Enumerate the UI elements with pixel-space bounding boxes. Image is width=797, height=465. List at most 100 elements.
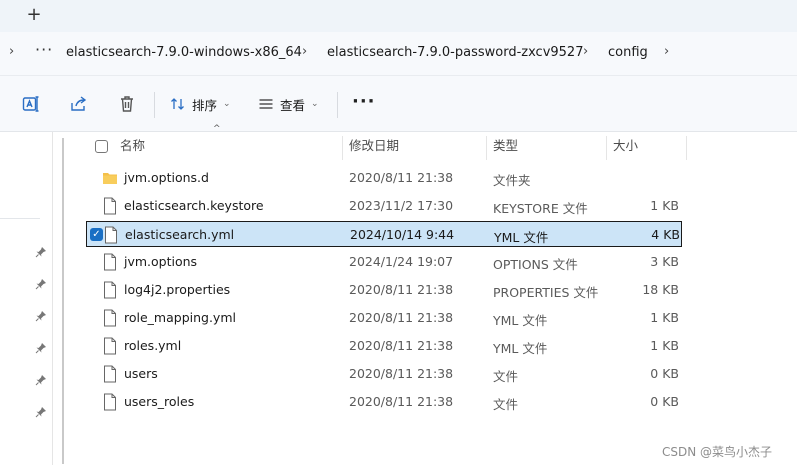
file-row[interactable]: jvm.options.d 2020/8/11 21:38 文件夹 xyxy=(86,165,682,191)
file-modified: 2020/8/11 21:38 xyxy=(349,170,454,185)
nav-divider xyxy=(0,218,40,219)
delete-icon[interactable] xyxy=(117,94,137,114)
file-size: 3 KB xyxy=(650,254,679,269)
file-size: 18 KB xyxy=(642,282,679,297)
file-size: 0 KB xyxy=(650,366,679,381)
file-icon xyxy=(102,253,118,271)
file-row[interactable]: ✓ elasticsearch.yml 2024/10/14 9:44 YML 文件 4… xyxy=(86,221,682,247)
file-size: 1 KB xyxy=(650,310,679,325)
pane-splitter[interactable] xyxy=(62,138,64,464)
file-modified: 2023/11/2 17:30 xyxy=(349,198,454,213)
sort-icon xyxy=(171,98,184,110)
file-icon xyxy=(102,309,118,327)
pin-icon[interactable] xyxy=(35,374,47,386)
file-size: 1 KB xyxy=(650,198,679,213)
view-button[interactable]: 查看 ⌄ xyxy=(258,92,319,116)
chevron-right-icon[interactable]: › xyxy=(302,44,307,59)
column-separator[interactable] xyxy=(606,136,607,160)
file-modified: 2020/8/11 21:38 xyxy=(349,282,454,297)
file-name: roles.yml xyxy=(124,338,182,353)
view-icon xyxy=(259,99,273,109)
file-type: OPTIONS 文件 xyxy=(493,257,578,272)
title-bar: + xyxy=(0,0,797,32)
file-name: users_roles xyxy=(124,394,195,409)
file-row[interactable]: roles.yml 2020/8/11 21:38 YML 文件 1 KB xyxy=(86,333,682,359)
pin-icon[interactable] xyxy=(35,406,47,418)
file-name: users xyxy=(124,366,158,381)
file-icon xyxy=(102,365,118,383)
file-name: log4j2.properties xyxy=(124,282,231,297)
breadcrumb-item-config[interactable]: config xyxy=(608,45,648,60)
column-separator[interactable] xyxy=(486,136,487,160)
file-name: role_mapping.yml xyxy=(124,310,236,325)
nav-pane-border xyxy=(52,132,53,465)
file-icon xyxy=(102,197,118,215)
watermark: CSDN @菜鸟小杰子 xyxy=(662,445,773,459)
file-modified: 2020/8/11 21:38 xyxy=(349,366,454,381)
file-name: jvm.options.d xyxy=(124,170,209,185)
file-type: 文件 xyxy=(493,369,519,384)
file-row[interactable]: role_mapping.yml 2020/8/11 21:38 YML 文件 1 K… xyxy=(86,305,682,331)
chevron-right-icon[interactable]: › xyxy=(583,44,588,59)
file-modified: 2020/8/11 21:38 xyxy=(349,394,454,409)
file-type: 文件夹 xyxy=(493,173,531,188)
navigation-pane xyxy=(0,132,54,465)
file-type: PROPERTIES 文件 xyxy=(493,285,599,300)
more-icon[interactable]: ··· xyxy=(35,40,53,59)
file-row[interactable]: users 2020/8/11 21:38 文件 0 KB xyxy=(86,361,682,387)
column-header-name[interactable]: 名称 xyxy=(120,132,145,162)
command-bar: 排序 ⌄ 查看 ⌄ ··· xyxy=(0,76,797,132)
file-type: 文件 xyxy=(493,397,519,412)
column-header-modified[interactable]: 修改日期 xyxy=(349,132,399,162)
file-row[interactable]: users_roles 2020/8/11 21:38 文件 0 KB xyxy=(86,389,682,415)
file-name: jvm.options xyxy=(124,254,198,269)
breadcrumb-item-root[interactable]: elasticsearch-7.9.0-windows-x86_64 xyxy=(66,45,302,60)
file-icon xyxy=(102,393,118,411)
file-icon xyxy=(102,337,118,355)
toolbar-divider xyxy=(337,92,338,118)
chevron-down-icon: ⌄ xyxy=(311,99,319,109)
file-modified: 2020/8/11 21:38 xyxy=(349,310,454,325)
breadcrumb-item-password[interactable]: elasticsearch-7.9.0-password-zxcv9527 xyxy=(327,45,583,60)
row-checkbox[interactable]: ✓ xyxy=(90,228,103,241)
share-icon[interactable] xyxy=(69,94,89,114)
new-tab-button[interactable]: + xyxy=(24,5,44,25)
file-type: YML 文件 xyxy=(493,341,548,356)
file-name: elasticsearch.yml xyxy=(125,227,235,242)
file-row[interactable]: elasticsearch.keystore 2023/11/2 17:30 KEY… xyxy=(86,193,682,219)
more-options-icon[interactable]: ··· xyxy=(352,91,376,112)
file-icon xyxy=(103,226,119,244)
file-size: 0 KB xyxy=(650,394,679,409)
file-modified: 2020/8/11 21:38 xyxy=(349,338,454,353)
column-separator[interactable] xyxy=(342,136,343,160)
file-type: YML 文件 xyxy=(493,313,548,328)
sort-button[interactable]: 排序 ⌄ xyxy=(170,92,231,116)
sort-label: 排序 xyxy=(192,97,218,113)
column-header-type[interactable]: 类型 xyxy=(493,132,518,162)
pin-icon[interactable] xyxy=(35,246,47,258)
pin-icon[interactable] xyxy=(35,310,47,322)
chevron-down-icon: ⌄ xyxy=(223,99,231,109)
file-size: 1 KB xyxy=(650,338,679,353)
file-name: elasticsearch.keystore xyxy=(124,198,264,213)
file-row[interactable]: log4j2.properties 2020/8/11 21:38 PROPERTI… xyxy=(86,277,682,303)
folder-icon xyxy=(102,169,118,187)
file-size: 4 KB xyxy=(651,227,680,242)
column-separator[interactable] xyxy=(686,136,687,160)
sort-ascending-icon: ^ xyxy=(213,124,221,134)
file-type: KEYSTORE 文件 xyxy=(493,201,588,216)
select-all-checkbox[interactable] xyxy=(95,140,108,153)
file-modified: 2024/1/24 19:07 xyxy=(349,254,454,269)
file-row[interactable]: jvm.options 2024/1/24 19:07 OPTIONS 文件 3 KB xyxy=(86,249,682,275)
rename-icon[interactable] xyxy=(21,94,41,114)
file-icon xyxy=(102,281,118,299)
view-label: 查看 xyxy=(280,97,306,113)
breadcrumb: › ··· elasticsearch-7.9.0-windows-x86_64… xyxy=(0,32,797,76)
pin-icon[interactable] xyxy=(35,342,47,354)
column-header-size[interactable]: 大小 xyxy=(613,132,638,162)
file-type: YML 文件 xyxy=(494,230,549,245)
chevron-right-icon[interactable]: › xyxy=(664,44,669,59)
pin-icon[interactable] xyxy=(35,278,47,290)
chevron-right-icon[interactable]: › xyxy=(9,44,14,59)
file-modified: 2024/10/14 9:44 xyxy=(350,227,455,242)
